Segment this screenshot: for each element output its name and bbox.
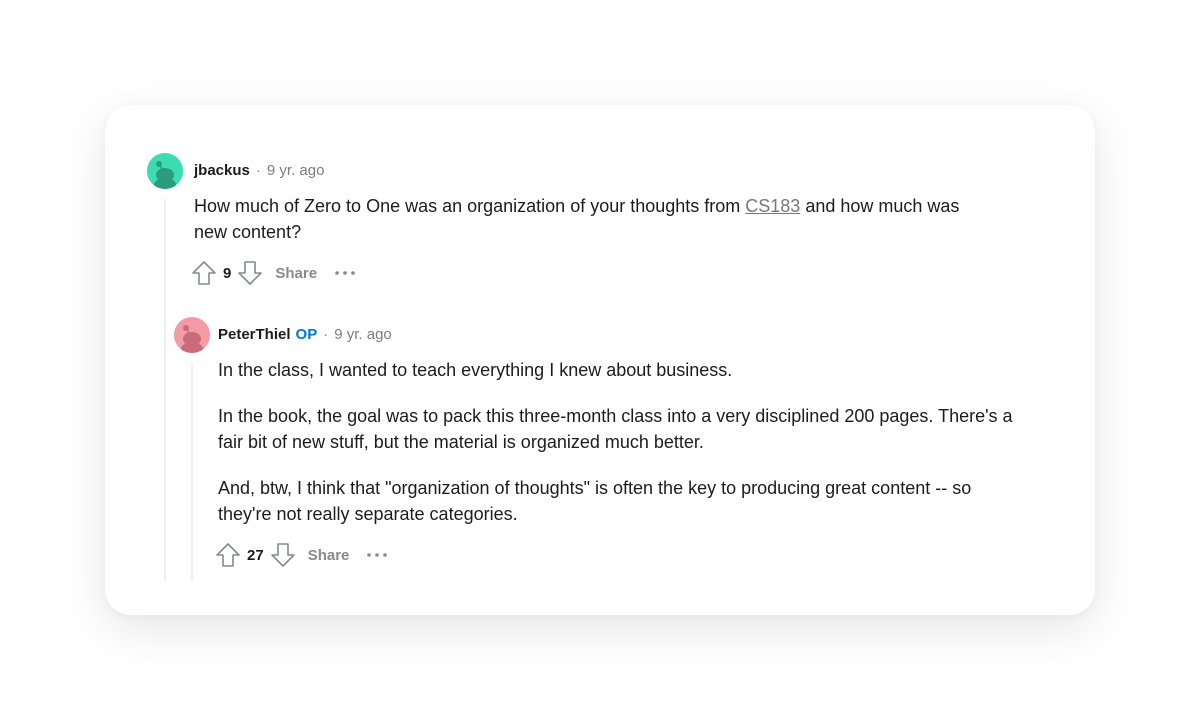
- more-dots-icon[interactable]: [365, 545, 389, 565]
- op-badge: OP: [295, 326, 318, 343]
- comment-paragraph: In the class, I wanted to teach everythi…: [218, 360, 733, 380]
- avatar[interactable]: [147, 153, 183, 189]
- username[interactable]: PeterThiel: [218, 326, 291, 343]
- snoo-avatar-icon: [147, 153, 183, 189]
- upvote-arrow-icon[interactable]: [191, 260, 217, 286]
- downvote-arrow-icon[interactable]: [237, 260, 263, 286]
- share-button[interactable]: Share: [308, 547, 350, 564]
- username[interactable]: jbackus: [194, 162, 250, 179]
- comment-body: In the class, I wanted to teach everythi…: [218, 357, 1018, 527]
- comment-paragraph: How much of Zero to One was an organizat…: [194, 193, 994, 245]
- comment-actions: 27 Share: [215, 541, 389, 569]
- comment-paragraph: And, btw, I think that "organization of …: [218, 478, 972, 524]
- thread-line[interactable]: [164, 199, 166, 581]
- timestamp[interactable]: 9 yr. ago: [334, 326, 392, 343]
- thread-line[interactable]: [191, 363, 193, 581]
- cs183-link[interactable]: CS183: [745, 196, 800, 216]
- share-button[interactable]: Share: [275, 265, 317, 282]
- snoo-avatar-icon: [174, 317, 210, 353]
- avatar[interactable]: [174, 317, 210, 353]
- upvote-arrow-icon[interactable]: [215, 542, 241, 568]
- downvote-arrow-icon[interactable]: [270, 542, 296, 568]
- comment-text: How much of Zero to One was an organizat…: [194, 196, 746, 216]
- comment-meta: PeterThiel OP · 9 yr. ago: [218, 326, 392, 343]
- meta-separator: ·: [323, 326, 329, 343]
- comment-paragraph: In the book, the goal was to pack this t…: [218, 406, 1013, 452]
- comment-meta: jbackus · 9 yr. ago: [194, 162, 324, 179]
- comment-actions: 9 Share: [191, 259, 357, 287]
- vote-score: 9: [223, 264, 232, 282]
- more-dots-icon[interactable]: [333, 263, 357, 283]
- comment-body: How much of Zero to One was an organizat…: [194, 193, 994, 245]
- vote-score: 27: [247, 546, 264, 564]
- comment-thread-card: jbackus · 9 yr. ago How much of Zero to …: [105, 105, 1095, 615]
- meta-separator: ·: [255, 162, 261, 179]
- timestamp[interactable]: 9 yr. ago: [267, 162, 325, 179]
